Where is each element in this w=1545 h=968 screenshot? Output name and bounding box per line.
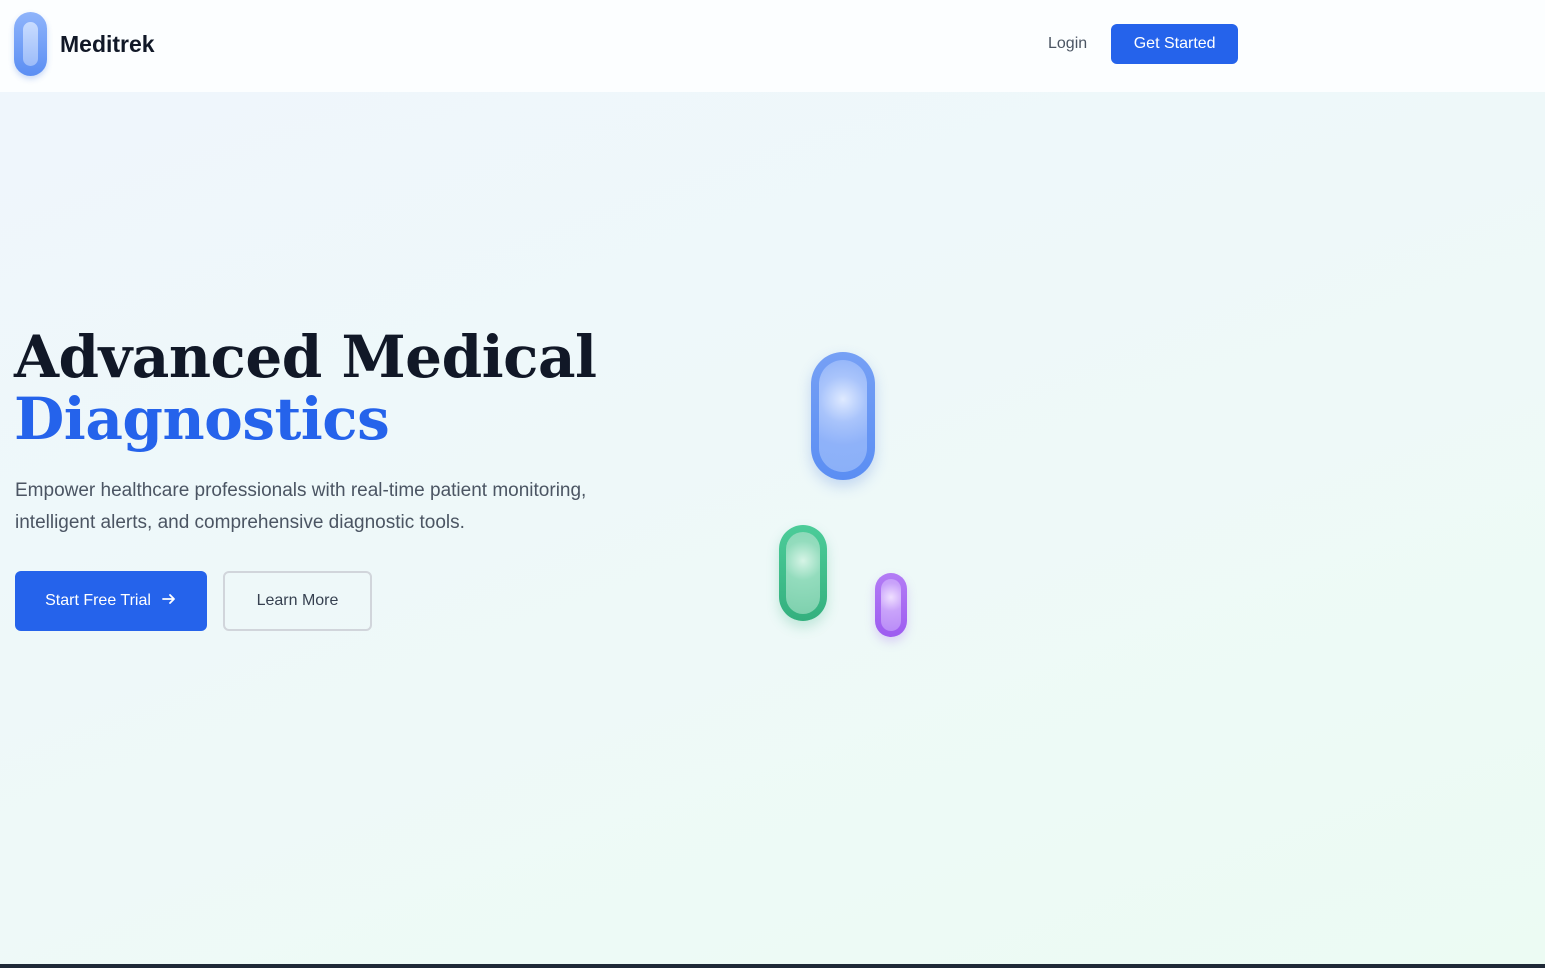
start-free-trial-label: Start Free Trial — [45, 592, 151, 609]
hero-title-line1: Advanced Medical — [14, 323, 597, 391]
hero-title-accent: Diagnostics — [14, 385, 390, 453]
brand[interactable]: Meditrek — [14, 12, 155, 76]
navbar: Meditrek Login Get Started — [0, 0, 1545, 92]
start-free-trial-button[interactable]: Start Free Trial — [15, 571, 207, 631]
bottom-border — [0, 964, 1545, 968]
hero-title: Advanced Medical Diagnostics — [14, 326, 597, 450]
green-capsule-icon — [779, 525, 827, 621]
hero-section: Advanced Medical Diagnostics Empower hea… — [0, 92, 1545, 964]
capsule-icon — [14, 12, 47, 76]
blue-capsule-icon — [811, 352, 875, 480]
purple-capsule-icon — [875, 573, 907, 637]
learn-more-button[interactable]: Learn More — [223, 571, 372, 631]
login-link[interactable]: Login — [1040, 25, 1095, 63]
brand-name: Meditrek — [60, 30, 155, 57]
arrow-right-icon — [161, 591, 177, 612]
nav-actions: Login Get Started — [1040, 24, 1239, 64]
get-started-button[interactable]: Get Started — [1111, 24, 1239, 64]
hero-description: Empower healthcare professionals with re… — [15, 480, 587, 533]
cta-row: Start Free Trial Learn More — [15, 571, 372, 631]
